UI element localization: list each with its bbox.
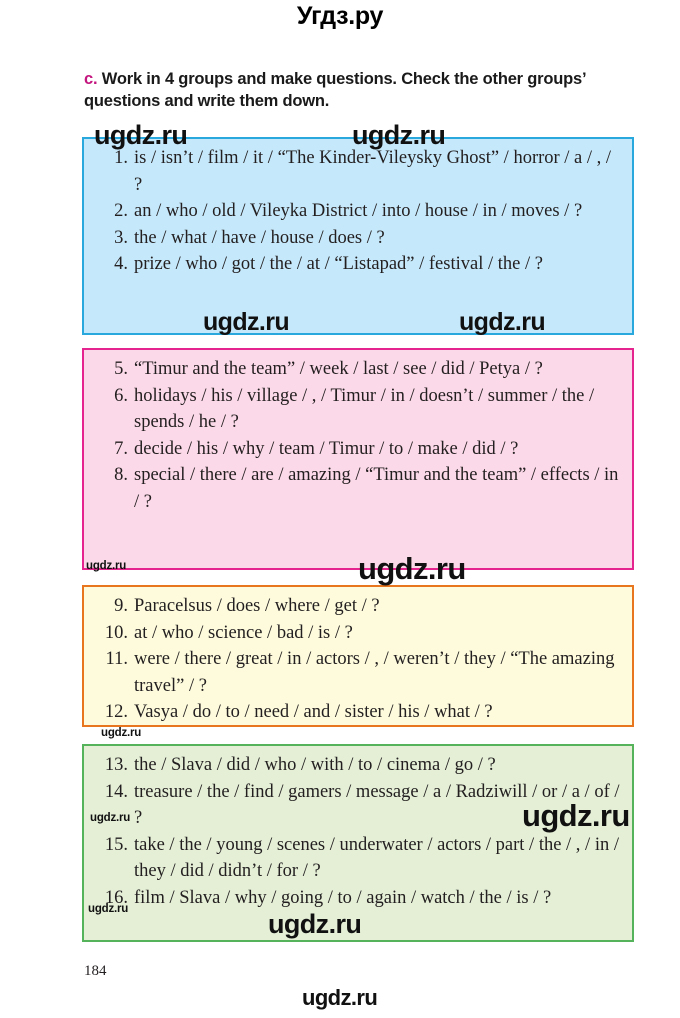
task-marker: c. — [84, 70, 98, 88]
list-item: 4. prize / who / got / the / at / “Lista… — [92, 251, 622, 278]
question-group-pink: 5. “Timur and the team” / week / last / … — [82, 348, 634, 570]
item-text: the / what / have / house / does / ? — [134, 227, 385, 248]
site-header-logo: Угдз.ру — [296, 2, 384, 30]
item-text: “Timur and the team” / week / last / see… — [134, 359, 543, 379]
page-number: 184 — [84, 963, 107, 979]
watermark: ugdz.ru — [268, 909, 362, 939]
list-item: 5. “Timur and the team” / week / last / … — [92, 356, 622, 383]
item-number: 15. — [104, 834, 128, 855]
item-number: 11. — [105, 649, 128, 669]
watermark: ugdz.ru — [86, 560, 127, 572]
watermark: ugdz.ru — [88, 903, 129, 915]
list-item: 3. the / what / have / house / does / ? — [92, 225, 622, 252]
item-number: 7. — [114, 438, 128, 459]
item-text: holidays / his / village / , / Timur / i… — [134, 385, 595, 433]
list-item: 1. is / isn’t / film / it / “The Kinder-… — [92, 145, 622, 198]
watermark: ugdz.ru — [358, 551, 466, 586]
item-number: 8. — [114, 465, 128, 485]
list-item: 7. decide / his / why / team / Timur / t… — [92, 436, 622, 463]
question-group-blue: 1. is / isn’t / film / it / “The Kinder-… — [82, 137, 634, 335]
item-text: take / the / young / scenes / underwater… — [134, 834, 619, 882]
item-text: Paracelsus / does / where / get / ? — [134, 596, 380, 616]
watermark: ugdz.ru — [352, 120, 446, 150]
question-list-blue: 1. is / isn’t / film / it / “The Kinder-… — [84, 139, 632, 282]
item-text: the / Slava / did / who / with / to / ci… — [134, 755, 496, 775]
watermark: ugdz.ru — [203, 308, 290, 336]
list-item: 13. the / Slava / did / who / with / to … — [92, 752, 622, 779]
item-text: is / isn’t / film / it / “The Kinder-Vil… — [134, 148, 612, 195]
item-number: 3. — [114, 227, 128, 248]
watermark: ugdz.ru — [90, 812, 131, 824]
item-number: 10. — [104, 622, 128, 643]
item-number: 12. — [104, 702, 128, 722]
list-item: 2. an / who / old / Vileyka District / i… — [92, 198, 622, 225]
item-number: 9. — [114, 596, 128, 616]
list-item: 11. were / there / great / in / actors /… — [92, 646, 622, 699]
list-item: 9. Paracelsus / does / where / get / ? — [92, 593, 622, 620]
item-text: at / who / science / bad / is / ? — [134, 622, 353, 643]
item-text: were / there / great / in / actors / , /… — [134, 649, 615, 696]
item-number: 13. — [104, 755, 128, 775]
item-text: an / who / old / Vileyka District / into… — [134, 201, 583, 221]
item-text: prize / who / got / the / at / “Listapad… — [134, 254, 543, 274]
watermark: ugdz.ru — [101, 727, 142, 739]
item-text: film / Slava / why / going / to / again … — [134, 887, 552, 908]
item-text: special / there / are / amazing / “Timur… — [134, 465, 619, 512]
item-text: Vasya / do / to / need / and / sister / … — [134, 702, 493, 722]
watermark: ugdz.ru — [522, 798, 630, 833]
watermark: ugdz.ru — [459, 308, 546, 336]
list-item: 6. holidays / his / village / , / Timur … — [92, 383, 622, 436]
list-item: 10. at / who / science / bad / is / ? — [92, 620, 622, 647]
list-item: 8. special / there / are / amazing / “Ti… — [92, 462, 622, 515]
footer-watermark: ugdz.ru — [302, 985, 378, 1010]
task-instruction: c. Work in 4 groups and make questions. … — [84, 68, 636, 112]
item-number: 6. — [114, 385, 128, 406]
question-list-pink: 5. “Timur and the team” / week / last / … — [84, 350, 632, 519]
item-number: 4. — [114, 254, 128, 274]
list-item: 16. film / Slava / why / going / to / ag… — [92, 885, 622, 912]
list-item: 15. take / the / young / scenes / underw… — [92, 832, 622, 885]
item-number: 5. — [114, 359, 128, 379]
question-list-yellow: 9. Paracelsus / does / where / get / ? 1… — [84, 587, 632, 730]
list-item: 12. Vasya / do / to / need / and / siste… — [92, 699, 622, 726]
question-group-yellow: 9. Paracelsus / does / where / get / ? 1… — [82, 585, 634, 727]
item-text: decide / his / why / team / Timur / to /… — [134, 438, 519, 459]
watermark: ugdz.ru — [94, 120, 188, 150]
item-number: 2. — [114, 201, 128, 221]
item-number: 14. — [104, 781, 128, 802]
task-text: Work in 4 groups and make questions. Che… — [84, 70, 586, 110]
